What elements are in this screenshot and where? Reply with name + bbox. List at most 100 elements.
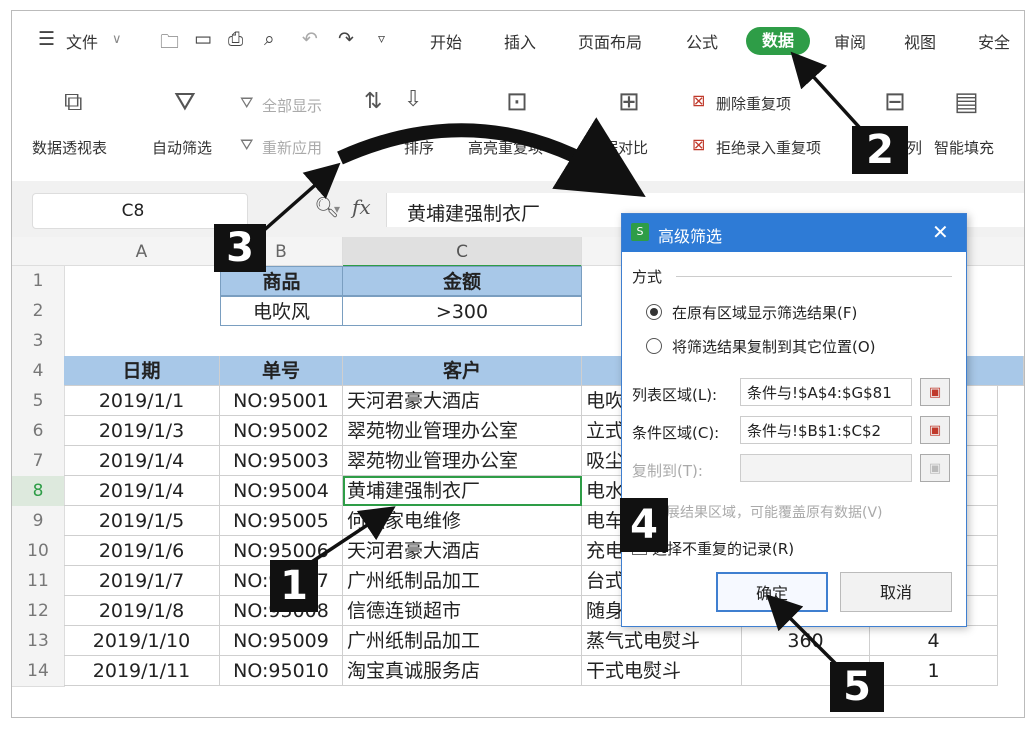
print-preview-icon[interactable]: ⌕ bbox=[264, 28, 275, 50]
radio-in-place-label[interactable]: 在原有区域显示筛选结果(F) bbox=[672, 302, 857, 323]
select-all-corner[interactable] bbox=[12, 237, 65, 266]
tab-insert[interactable]: 插入 bbox=[504, 29, 536, 53]
redo-icon[interactable]: ↷ bbox=[338, 28, 354, 50]
reapply-button[interactable]: 重新应用 bbox=[262, 137, 322, 158]
chevron-down-icon[interactable]: ∨ bbox=[112, 32, 122, 47]
cell-client[interactable]: 黄埔建强制衣厂 bbox=[343, 476, 582, 506]
cancel-button[interactable]: 取消 bbox=[840, 572, 952, 612]
remove-duplicates-button[interactable]: 删除重复项 bbox=[716, 93, 791, 114]
radio-in-place[interactable] bbox=[646, 304, 662, 320]
cell-client[interactable]: 翠苑物业管理办公室 bbox=[343, 446, 582, 476]
tab-home[interactable]: 开始 bbox=[430, 29, 462, 53]
copy-to-picker-icon: ▣ bbox=[920, 454, 950, 482]
cell-date[interactable]: 2019/1/8 bbox=[64, 596, 220, 626]
cell-client[interactable]: 何强家电维修 bbox=[343, 506, 582, 536]
section-divider bbox=[676, 276, 952, 277]
file-menu[interactable]: 文件 bbox=[66, 29, 98, 53]
cell-client[interactable]: 翠苑物业管理办公室 bbox=[343, 416, 582, 446]
row-header-1[interactable]: 1 bbox=[12, 266, 65, 297]
tab-view[interactable]: 视图 bbox=[904, 29, 936, 53]
customize-dropdown-icon[interactable]: ▿ bbox=[378, 31, 385, 47]
sort-button[interactable]: 排序 bbox=[404, 137, 434, 158]
cell-no[interactable]: NO:95003 bbox=[220, 446, 343, 476]
list-range-picker-icon[interactable]: ▣ bbox=[920, 378, 950, 406]
row-header-2[interactable]: 2 bbox=[12, 296, 65, 327]
criteria-value-product[interactable]: 电吹风 bbox=[220, 296, 343, 326]
criteria-range-input[interactable]: 条件与!$B$1:$C$2 bbox=[740, 416, 912, 444]
cell-date[interactable]: 2019/1/4 bbox=[64, 446, 220, 476]
column-header-c[interactable]: C bbox=[343, 237, 582, 267]
cell-date[interactable]: 2019/1/3 bbox=[64, 416, 220, 446]
folder-icon[interactable]: 🗀 bbox=[160, 28, 179, 60]
cell-no[interactable]: NO:95002 bbox=[220, 416, 343, 446]
highlight-duplicates-label: 高亮重复项 bbox=[468, 139, 544, 157]
sort-ascending-icon[interactable]: ⇅ bbox=[364, 89, 382, 114]
header-client[interactable]: 客户 bbox=[343, 356, 582, 386]
row-header-7[interactable]: 7 bbox=[12, 446, 65, 477]
cell-amount[interactable]: 360 bbox=[742, 626, 870, 656]
cell-date[interactable]: 2019/1/10 bbox=[64, 626, 220, 656]
criteria-value-amount[interactable]: >300 bbox=[342, 296, 582, 326]
row-header-10[interactable]: 10 bbox=[12, 536, 65, 567]
cell-client[interactable]: 信德连锁超市 bbox=[343, 596, 582, 626]
cell-no[interactable]: NO:95001 bbox=[220, 386, 343, 416]
cell-no[interactable]: NO:95009 bbox=[220, 626, 343, 656]
row-header-14[interactable]: 14 bbox=[12, 656, 65, 687]
row-header-8[interactable]: 8 bbox=[12, 476, 65, 507]
row-header-13[interactable]: 13 bbox=[12, 626, 65, 657]
undo-icon[interactable]: ↶ bbox=[302, 28, 318, 50]
radio-copy-elsewhere[interactable] bbox=[646, 338, 662, 354]
show-all-button[interactable]: 全部显示 bbox=[262, 95, 322, 116]
radio-copy-elsewhere-label[interactable]: 将筛选结果复制到其它位置(O) bbox=[672, 336, 876, 357]
tab-review[interactable]: 审阅 bbox=[834, 29, 866, 53]
cell-date[interactable]: 2019/1/11 bbox=[64, 656, 220, 686]
row-header-11[interactable]: 11 bbox=[12, 566, 65, 597]
column-header-a[interactable]: A bbox=[64, 237, 220, 266]
annotation-badge-4: 4 bbox=[620, 498, 668, 552]
row-header-5[interactable]: 5 bbox=[12, 386, 65, 417]
row-header-12[interactable]: 12 bbox=[12, 596, 65, 627]
zoom-search-icon[interactable]: 🔍︎ bbox=[314, 195, 339, 219]
fx-icon[interactable]: fx bbox=[352, 195, 371, 219]
cell-client[interactable]: 广州纸制品加工 bbox=[343, 626, 582, 656]
header-date[interactable]: 日期 bbox=[64, 356, 220, 386]
cell-product[interactable]: 干式电熨斗 bbox=[582, 656, 742, 686]
criteria-header-amount[interactable]: 金额 bbox=[342, 266, 582, 296]
tab-formula[interactable]: 公式 bbox=[686, 29, 718, 53]
reject-duplicates-button[interactable]: 拒绝录入重复项 bbox=[716, 137, 821, 158]
cell-date[interactable]: 2019/1/1 bbox=[64, 386, 220, 416]
sort-custom-icon[interactable]: ⇩ bbox=[404, 87, 422, 112]
cell-date[interactable]: 2019/1/5 bbox=[64, 506, 220, 536]
unique-records-label[interactable]: 选择不重复的记录(R) bbox=[652, 538, 794, 559]
cell-qty[interactable]: 1 bbox=[870, 656, 998, 686]
list-range-input[interactable]: 条件与!$A$4:$G$81 bbox=[740, 378, 912, 406]
cell-no[interactable]: NO:95004 bbox=[220, 476, 343, 506]
dialog-title-bar[interactable]: S 高级筛选 ✕ bbox=[622, 214, 966, 252]
cell-product[interactable]: 蒸气式电熨斗 bbox=[582, 626, 742, 656]
cell-client[interactable]: 天河君豪大酒店 bbox=[343, 386, 582, 416]
tab-page-layout[interactable]: 页面布局 bbox=[578, 29, 642, 53]
tab-security[interactable]: 安全 bbox=[978, 29, 1010, 53]
cell-no[interactable]: NO:95005 bbox=[220, 506, 343, 536]
cell-date[interactable]: 2019/1/4 bbox=[64, 476, 220, 506]
save-icon[interactable]: ▭ bbox=[194, 28, 212, 50]
cell-client[interactable]: 广州纸制品加工 bbox=[343, 566, 582, 596]
close-icon[interactable]: ✕ bbox=[932, 220, 949, 244]
cell-no[interactable]: NO:95010 bbox=[220, 656, 343, 686]
cell-client[interactable]: 淘宝真诚服务店 bbox=[343, 656, 582, 686]
cell-date[interactable]: 2019/1/6 bbox=[64, 536, 220, 566]
tab-data[interactable]: 数据 bbox=[746, 27, 810, 55]
cell-qty[interactable]: 4 bbox=[870, 626, 998, 656]
criteria-range-picker-icon[interactable]: ▣ bbox=[920, 416, 950, 444]
cell-date[interactable]: 2019/1/7 bbox=[64, 566, 220, 596]
cell-client[interactable]: 天河君豪大酒店 bbox=[343, 536, 582, 566]
hamburger-icon[interactable]: ☰ bbox=[38, 28, 55, 50]
list-range-label: 列表区域(L): bbox=[632, 386, 718, 404]
row-header-6[interactable]: 6 bbox=[12, 416, 65, 447]
print-icon[interactable]: ⎙ bbox=[228, 28, 243, 50]
row-header-3[interactable]: 3 bbox=[12, 326, 65, 357]
header-order-no[interactable]: 单号 bbox=[220, 356, 343, 386]
ok-button[interactable]: 确定 bbox=[716, 572, 828, 612]
row-header-4[interactable]: 4 bbox=[12, 356, 65, 387]
row-header-9[interactable]: 9 bbox=[12, 506, 65, 537]
